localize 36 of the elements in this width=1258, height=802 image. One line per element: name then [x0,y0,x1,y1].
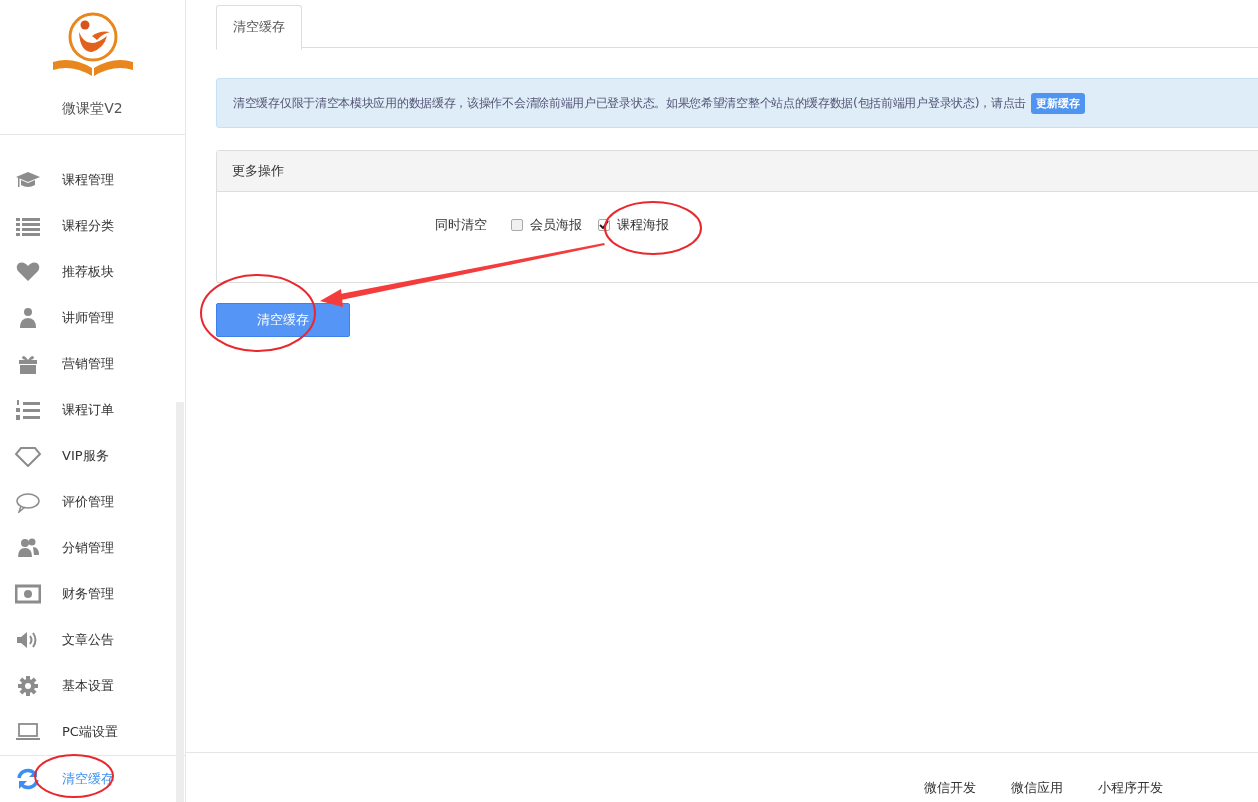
diamond-icon [15,445,41,467]
users-icon [15,537,41,559]
sidebar-item[interactable]: 课程管理 [0,157,185,203]
sidebar-item[interactable]: 营销管理 [0,341,185,387]
field-label: 同时清空 [435,216,487,234]
heart-icon [15,261,41,283]
panel-title: 更多操作 [232,162,284,180]
sidebar-item[interactable]: 讲师管理 [0,295,185,341]
laptop-icon [15,721,41,743]
list-icon [15,215,41,237]
footer-link[interactable]: 微信开发 [924,778,976,797]
app-name: 微课堂V2 [62,100,123,118]
sidebar-item[interactable]: 推荐板块 [0,249,185,295]
alert-message: 清空缓存仅限于清空本模块应用的数据缓存，该操作不会清除前端用户已登录状态。如果您希望清空整个站点的缓存数据(包括前端用户登录状态)，请点击 [233,94,1026,112]
book-logo-icon [51,12,134,78]
sidebar-item[interactable]: 基本设置 [0,663,185,709]
sidebar-item[interactable]: PC端设置 [0,709,185,755]
sidebar-item[interactable]: 课程分类 [0,203,185,249]
speech-bubble-icon [15,491,41,513]
sidebar-item[interactable]: 课程订单 [0,387,185,433]
sidebar-item[interactable]: 财务管理 [0,571,185,617]
footer-link[interactable]: 小程序开发 [1098,778,1163,797]
banknote-icon [15,583,41,605]
scrollbar[interactable] [176,402,184,802]
sidebar-item[interactable]: 评价管理 [0,479,185,525]
settings-icon [15,675,41,697]
sidebar-item[interactable]: 文章公告 [0,617,185,663]
tab[interactable]: 清空缓存 [216,5,302,50]
sidebar-item[interactable]: 分销管理 [0,525,185,571]
checkbox-label: 会员海报 [530,216,582,234]
checkbox-label: 课程海报 [617,216,669,234]
checkbox[interactable] [511,219,523,231]
sidebar-item[interactable]: VIP服务 [0,433,185,479]
numbered-list-icon [15,399,41,421]
footer-link[interactable]: 微信应用 [1011,778,1063,797]
refresh-icon [15,768,41,790]
